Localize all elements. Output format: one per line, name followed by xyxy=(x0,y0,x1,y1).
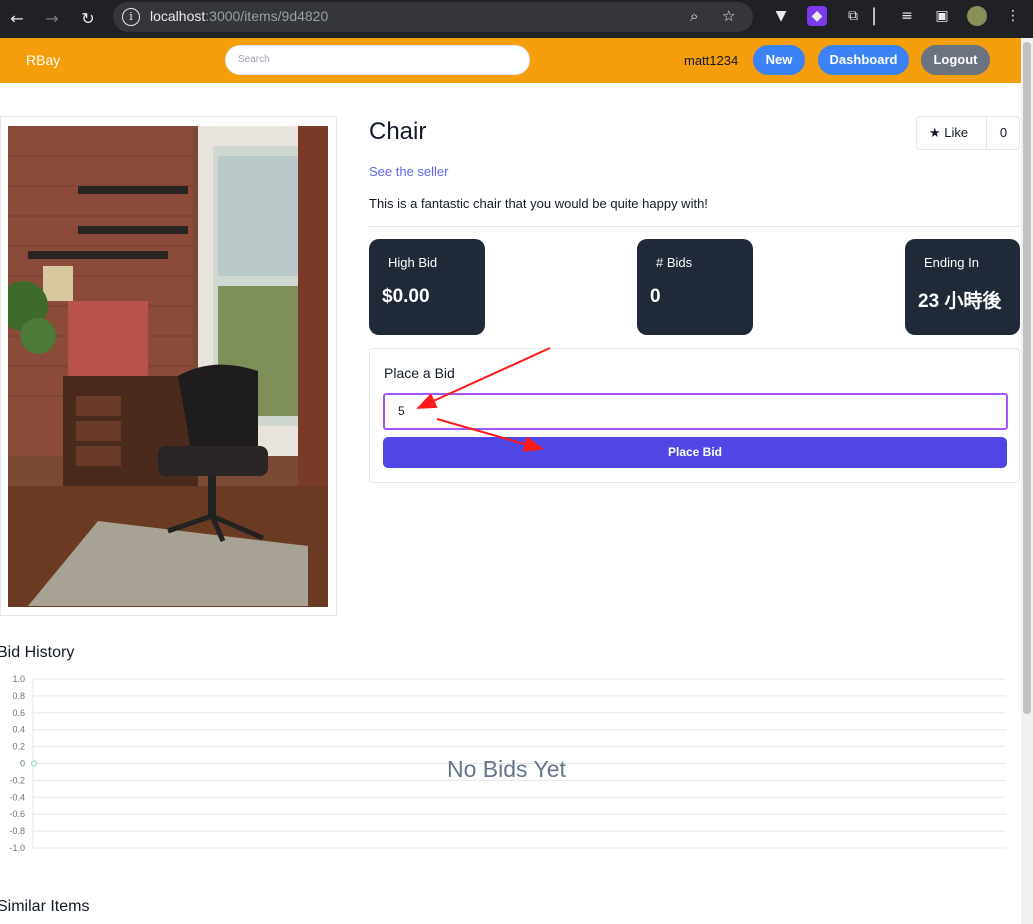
menu-kebab-icon[interactable]: ⋮ xyxy=(1003,6,1023,26)
y-tick-label: -1.0 xyxy=(9,843,25,853)
like-count: 0 xyxy=(999,125,1008,140)
logout-button[interactable]: Logout xyxy=(921,45,990,75)
y-tick-label: -0.2 xyxy=(9,775,25,785)
puzzle-extensions-icon[interactable]: ⧉ xyxy=(843,6,863,26)
place-bid-heading: Place a Bid xyxy=(384,365,455,381)
scrollbar-thumb[interactable] xyxy=(1023,42,1031,714)
y-tick-label: -0.4 xyxy=(9,792,25,802)
item-description: This is a fantastic chair that you would… xyxy=(369,196,708,211)
similar-items-heading: Similar Items xyxy=(0,898,90,915)
like-label: Like xyxy=(944,125,969,140)
extension-icon[interactable]: ◆ xyxy=(807,6,827,26)
y-tick-label: 0.8 xyxy=(12,691,25,701)
y-tick-label: 1.0 xyxy=(12,674,25,684)
ending-in-stat: Ending In 23 小時後 xyxy=(905,239,1020,335)
stat-value: $0.00 xyxy=(382,286,430,307)
dashboard-button[interactable]: Dashboard xyxy=(818,45,909,75)
toolbar-divider: | xyxy=(871,5,878,26)
item-photo xyxy=(8,126,328,607)
side-panel-icon[interactable]: ▣ xyxy=(932,6,952,26)
y-tick-label: -0.6 xyxy=(9,809,25,819)
item-image-card xyxy=(0,116,337,616)
y-tick-label: 0.4 xyxy=(12,725,25,735)
bookmark-star-icon[interactable]: ☆ xyxy=(722,7,735,25)
bid-history-heading: Bid History xyxy=(0,644,75,661)
username-label: matt1234 xyxy=(684,53,739,68)
url-text: localhost:3000/items/9d4820 xyxy=(150,8,329,24)
reload-icon[interactable]: ↻ xyxy=(77,8,99,30)
media-control-icon[interactable]: ≡ xyxy=(897,6,917,26)
brand-logo[interactable]: RBay xyxy=(26,52,60,68)
see-seller-link[interactable]: See the seller xyxy=(369,164,449,179)
profile-avatar[interactable] xyxy=(967,6,987,26)
stat-value: 0 xyxy=(650,286,661,307)
stat-label: High Bid xyxy=(388,255,438,270)
bid-amount-input[interactable]: 5 xyxy=(383,393,1008,430)
place-bid-panel: Place a Bid 5 Place Bid xyxy=(369,348,1020,483)
y-tick-label: 0 xyxy=(20,759,25,769)
stat-value: 23 小時後 xyxy=(918,291,1002,312)
y-tick-label: 0.2 xyxy=(12,742,25,752)
page: RBay Search matt1234 New Dashboard Logou… xyxy=(0,38,1021,924)
page-scrollbar[interactable] xyxy=(1021,38,1033,924)
y-tick-label: 0.6 xyxy=(12,708,25,718)
vue-extension-icon[interactable]: ▼ xyxy=(771,6,791,26)
y-tick-label: -0.8 xyxy=(9,826,25,836)
like-button-group[interactable]: ★ Like 0 xyxy=(916,116,1020,150)
like-button[interactable]: ★ Like xyxy=(917,117,987,149)
site-info-icon[interactable]: i xyxy=(122,8,140,26)
star-icon: ★ xyxy=(929,125,941,140)
item-title: Chair xyxy=(369,118,427,145)
new-button[interactable]: New xyxy=(753,45,805,75)
back-arrow-icon[interactable]: ← xyxy=(6,8,28,30)
data-point xyxy=(31,760,37,767)
browser-toolbar: ← → ↻ i localhost:3000/items/9d4820 ⌕ ☆ … xyxy=(0,0,1033,38)
place-bid-button[interactable]: Place Bid xyxy=(383,437,1007,468)
search-input[interactable]: Search xyxy=(225,45,530,75)
bid-count-stat: # Bids 0 xyxy=(637,239,753,335)
high-bid-stat: High Bid $0.00 xyxy=(369,239,485,335)
address-bar[interactable]: i localhost:3000/items/9d4820 ⌕ ☆ xyxy=(113,2,753,32)
app-header: RBay Search matt1234 New Dashboard Logou… xyxy=(0,38,1021,83)
stat-label: # Bids xyxy=(656,255,693,270)
zoom-icon[interactable]: ⌕ xyxy=(690,7,698,25)
stat-label: Ending In xyxy=(924,255,979,270)
forward-arrow-icon[interactable]: → xyxy=(41,8,63,30)
no-bids-message: No Bids Yet xyxy=(447,756,566,782)
divider xyxy=(369,226,1020,227)
